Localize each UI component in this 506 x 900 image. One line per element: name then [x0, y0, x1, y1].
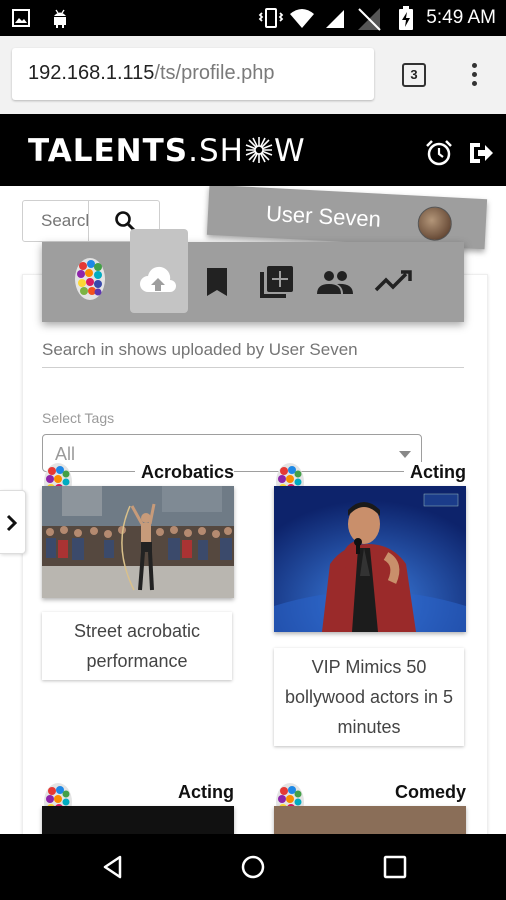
profile-user-name: User Seven [265, 200, 382, 232]
show-category: Acrobatics [134, 462, 234, 484]
signal-icon [326, 10, 344, 28]
browser-toolbar: 192.168.1.115/ts/profile.php 3 [0, 36, 506, 114]
logo-bold-text: TALENTS [28, 133, 189, 169]
show-title[interactable]: Street acrobatic performance [42, 612, 232, 680]
site-header: TALENTS.SH W [0, 114, 506, 186]
show-title[interactable]: VIP Mimics 50 bollywood actors in 5 minu… [274, 648, 464, 746]
battery-charging-icon [399, 6, 413, 30]
home-icon[interactable] [240, 854, 266, 880]
tags-label: Select Tags [42, 410, 115, 426]
url-host: 192.168.1.115 [28, 62, 155, 84]
show-thumbnail[interactable] [42, 806, 234, 834]
status-bar: 5:49 AM [0, 0, 506, 36]
android-icon [54, 9, 66, 28]
bookmark-icon[interactable] [195, 260, 239, 304]
shows-search-input[interactable] [42, 332, 464, 368]
people-icon[interactable] [313, 260, 357, 304]
show-thumbnail[interactable] [274, 806, 466, 834]
trending-icon[interactable] [372, 260, 416, 304]
show-card[interactable]: Comedy [274, 782, 466, 834]
site-logo[interactable]: TALENTS.SH W [28, 133, 306, 169]
side-panel-toggle[interactable] [0, 490, 26, 554]
user-profile-tag[interactable]: User Seven [206, 186, 488, 250]
wifi-icon [290, 9, 314, 28]
url-bar[interactable]: 192.168.1.115/ts/profile.php [12, 48, 374, 100]
logo-dot: . [188, 133, 199, 169]
status-time: 5:49 AM [426, 7, 496, 28]
profile-toolbar [42, 229, 464, 322]
show-card[interactable]: Acting [42, 782, 234, 834]
logout-icon[interactable] [466, 139, 494, 167]
alarm-icon[interactable] [425, 139, 453, 167]
show-card[interactable]: Acrobatics Street acrobatic performance [42, 462, 234, 692]
chevron-right-icon [6, 514, 18, 532]
show-category: Acting [404, 462, 466, 484]
chevron-down-icon [399, 451, 411, 458]
user-avatar-icon[interactable] [72, 256, 108, 302]
profile-avatar [416, 205, 453, 242]
browser-menu-button[interactable] [466, 60, 482, 90]
no-signal-icon [358, 8, 381, 31]
image-icon [12, 9, 30, 27]
user-search-input[interactable] [23, 201, 89, 241]
show-category: Comedy [388, 782, 466, 804]
show-thumbnail[interactable] [42, 486, 234, 598]
add-to-library-icon[interactable] [254, 260, 298, 304]
show-card[interactable]: Acting VIP Mimics 50 bollywood actors in… [274, 462, 466, 756]
show-thumbnail[interactable] [274, 486, 466, 632]
url-path: /ts/profile.php [154, 62, 275, 84]
upload-icon[interactable] [136, 260, 180, 304]
show-category: Acting [172, 782, 234, 804]
vibrate-icon [258, 8, 284, 28]
back-icon[interactable] [100, 854, 126, 880]
recents-icon[interactable] [382, 854, 408, 880]
logo-star-icon [245, 137, 273, 163]
logo-thin-text-1: SH [198, 133, 244, 169]
profile-page: User Seven [0, 186, 506, 834]
logo-thin-text-2: W [273, 133, 306, 169]
android-nav-bar [0, 834, 506, 900]
tab-switcher-button[interactable]: 3 [402, 63, 426, 87]
